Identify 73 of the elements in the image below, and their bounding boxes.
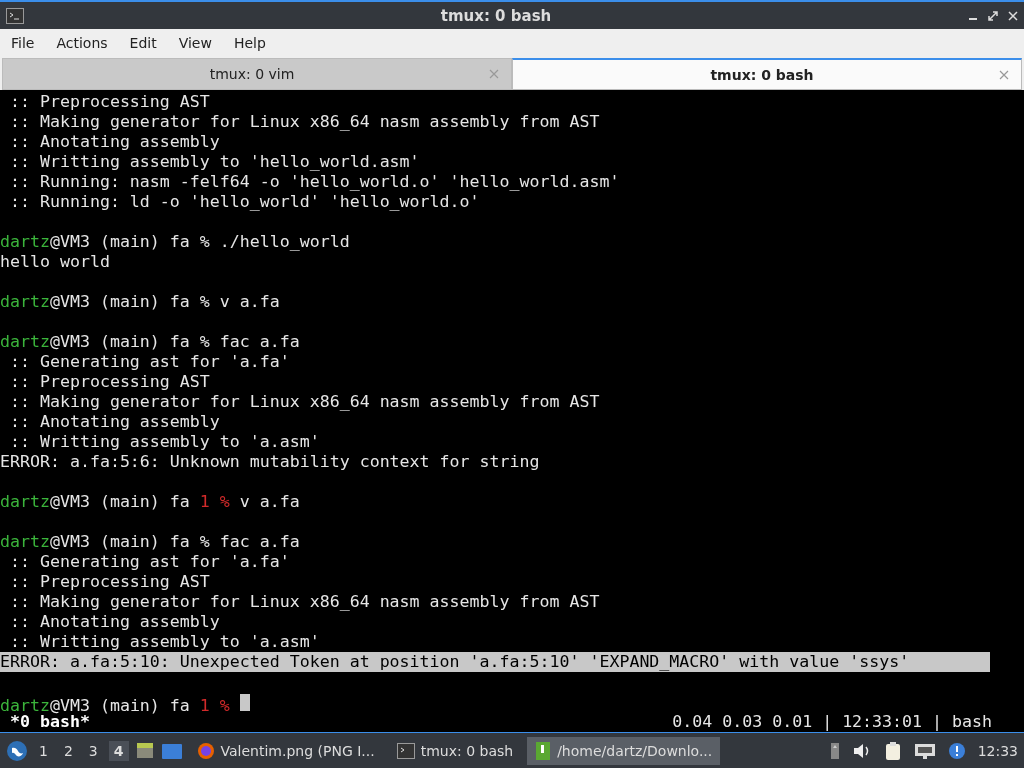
prompt-host: @VM3 (main) fa bbox=[49, 492, 190, 511]
command-text: fac a.fa bbox=[219, 532, 300, 551]
prompt-user: dartz bbox=[0, 332, 50, 351]
terminal-icon bbox=[396, 742, 415, 759]
tab[interactable]: tmux: 0 vim bbox=[2, 58, 512, 90]
prompt-host: @VM3 (main) fa bbox=[49, 292, 190, 311]
terminal-output: :: Running: nasm -felf64 -o 'hello_world.o' 'hello_world.asm' bbox=[9, 172, 620, 191]
terminal-output: :: Preprocessing AST bbox=[9, 372, 210, 391]
prompt-user: dartz bbox=[0, 292, 50, 311]
menu-item[interactable]: File bbox=[0, 34, 46, 51]
tmux-status-info: 0.04 0.03 0.01 | 12:33:01 | bash bbox=[672, 712, 992, 732]
tab[interactable]: tmux: 0 bash bbox=[512, 58, 1022, 90]
exit-status: 1 bbox=[199, 492, 210, 511]
terminal-output: :: Making generator for Linux x86_64 nasm assembly from AST bbox=[9, 112, 600, 131]
notification-icon[interactable] bbox=[947, 741, 966, 760]
terminal-output: :: Writting assembly to 'a.asm' bbox=[9, 632, 320, 651]
exit-status: 1 bbox=[199, 696, 210, 715]
terminal-output: :: Writting assembly to 'a.asm' bbox=[9, 432, 320, 451]
prompt-user: dartz bbox=[0, 492, 50, 511]
workspace-button[interactable]: 3 bbox=[83, 740, 103, 761]
terminal-output: :: Making generator for Linux x86_64 nasm assembly from AST bbox=[9, 592, 600, 611]
clock[interactable]: 12:33 bbox=[977, 742, 1018, 759]
window-title: tmux: 0 bash bbox=[439, 6, 553, 25]
command-text: ./hello_world bbox=[219, 232, 350, 251]
workspace-button[interactable]: 2 bbox=[58, 740, 78, 761]
terminal-output: :: Generating ast for 'a.fa' bbox=[9, 352, 290, 371]
terminal-output: ERROR: a.fa:5:6: Unknown mutability context for string bbox=[0, 452, 540, 471]
command-text: fac a.fa bbox=[219, 332, 300, 351]
file-manager-icon[interactable] bbox=[134, 740, 155, 761]
taskbar-task[interactable]: /home/dartz/Downlo... bbox=[527, 736, 721, 765]
terminal-output: :: Anotating assembly bbox=[9, 612, 220, 631]
prompt-user: dartz bbox=[0, 696, 50, 715]
prompt-host: @VM3 (main) fa bbox=[49, 696, 190, 715]
taskbar-task[interactable]: tmux: 0 bash bbox=[388, 736, 522, 765]
workspace-button[interactable]: 1 bbox=[34, 740, 53, 761]
browser-icon bbox=[196, 741, 215, 760]
prompt-host: @VM3 (main) fa bbox=[49, 532, 190, 551]
menu-item[interactable]: View bbox=[167, 34, 223, 51]
network-icon[interactable] bbox=[913, 741, 936, 760]
prompt-symbol: % bbox=[219, 696, 230, 715]
terminal-icon bbox=[6, 7, 24, 24]
terminal-output: :: Generating ast for 'a.fa' bbox=[9, 552, 290, 571]
command-text: v a.fa bbox=[219, 292, 280, 311]
prompt-host: @VM3 (main) fa bbox=[49, 332, 190, 351]
terminal-output: :: Writting assembly to 'hello_world.asm' bbox=[9, 152, 420, 171]
file-icon bbox=[535, 740, 552, 761]
menu-item[interactable]: Edit bbox=[118, 34, 168, 51]
terminal-output: hello world bbox=[0, 252, 110, 271]
prompt-host: @VM3 (main) fa bbox=[49, 232, 190, 251]
prompt-symbol: % bbox=[199, 292, 210, 311]
menu-item[interactable]: Actions bbox=[45, 34, 119, 51]
scroll-icon[interactable] bbox=[829, 741, 840, 760]
tmux-window-label: *0 bash* bbox=[9, 712, 90, 732]
terminal-output: :: Making generator for Linux x86_64 nasm assembly from AST bbox=[9, 392, 600, 411]
prompt-symbol: % bbox=[199, 332, 210, 351]
menu-item[interactable]: Help bbox=[222, 34, 277, 51]
terminal-output: :: Running: ld -o 'hello_world' 'hello_world.o' bbox=[9, 192, 480, 211]
maximize-icon[interactable] bbox=[988, 10, 998, 21]
terminal-output: :: Anotating assembly bbox=[9, 412, 220, 431]
terminal-output: :: Preprocessing AST bbox=[9, 572, 210, 591]
command-text: v a.fa bbox=[239, 492, 300, 511]
start-menu-icon[interactable] bbox=[6, 739, 28, 762]
prompt-symbol: % bbox=[199, 532, 210, 551]
terminal-output: :: Preprocessing AST bbox=[9, 92, 210, 111]
prompt-user: dartz bbox=[0, 532, 50, 551]
prompt-symbol: % bbox=[219, 492, 230, 511]
terminal-output: :: Anotating assembly bbox=[9, 132, 220, 151]
prompt-symbol: % bbox=[199, 232, 210, 251]
workspace-button[interactable]: 4 bbox=[108, 740, 129, 761]
error-message: ERROR: a.fa:5:10: Unexpected Token at position 'a.fa:5:10' 'EXPAND_MACRO' with value 'ssys' bbox=[0, 652, 990, 672]
taskbar-task[interactable]: Valentim.png (PNG I... bbox=[188, 736, 383, 765]
prompt-user: dartz bbox=[0, 232, 50, 251]
clipboard-icon[interactable] bbox=[883, 740, 902, 761]
